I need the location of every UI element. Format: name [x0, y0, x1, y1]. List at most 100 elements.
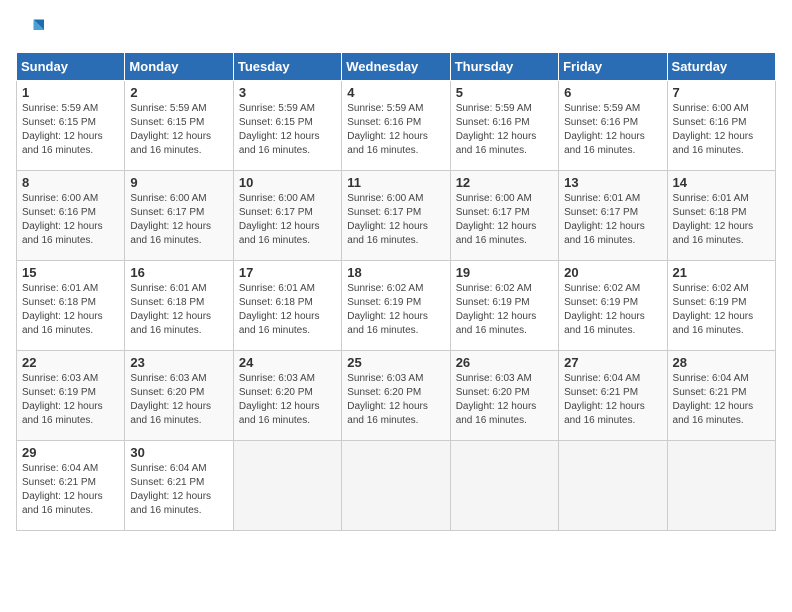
day-info: Sunrise: 6:04 AMSunset: 6:21 PMDaylight:… — [673, 372, 770, 428]
day-cell-5: 5Sunrise: 5:59 AMSunset: 6:16 PMDaylight… — [450, 81, 558, 171]
day-info: Sunrise: 6:03 AMSunset: 6:20 PMDaylight:… — [130, 372, 227, 428]
day-number: 24 — [239, 355, 336, 370]
day-cell-8: 8 Sunrise: 6:00 AMSunset: 6:16 PMDaylight… — [17, 171, 125, 261]
day-info: Sunrise: 5:59 AMSunset: 6:16 PMDaylight:… — [564, 102, 661, 158]
day-info: Sunrise: 5:59 AMSunset: 6:15 PMDaylight:… — [239, 102, 336, 158]
day-number: 30 — [130, 445, 227, 460]
day-info: Sunrise: 6:00 AMSunset: 6:17 PMDaylight:… — [130, 192, 227, 248]
header-row: SundayMondayTuesdayWednesdayThursdayFrid… — [17, 53, 776, 81]
day-number: 21 — [673, 265, 770, 280]
day-number: 17 — [239, 265, 336, 280]
header-tuesday: Tuesday — [233, 53, 341, 81]
day-cell-23: 23 Sunrise: 6:03 AMSunset: 6:20 PMDayligh… — [125, 351, 233, 441]
week-row-5: 29Sunrise: 6:04 AMSunset: 6:21 PMDayligh… — [17, 441, 776, 531]
week-row-3: 15 Sunrise: 6:01 AMSunset: 6:18 PMDayligh… — [17, 261, 776, 351]
calendar-table: SundayMondayTuesdayWednesdayThursdayFrid… — [16, 52, 776, 531]
day-number: 27 — [564, 355, 661, 370]
day-cell-13: 13 Sunrise: 6:01 AMSunset: 6:17 PMDayligh… — [559, 171, 667, 261]
day-info: Sunrise: 6:01 AMSunset: 6:18 PMDaylight:… — [22, 282, 119, 338]
day-cell-7: 7 Sunrise: 6:00 AMSunset: 6:16 PMDaylight… — [667, 81, 775, 171]
logo — [16, 16, 44, 44]
day-cell-17: 17 Sunrise: 6:01 AMSunset: 6:18 PMDayligh… — [233, 261, 341, 351]
day-info: Sunrise: 6:03 AMSunset: 6:20 PMDaylight:… — [347, 372, 444, 428]
day-info: Sunrise: 6:02 AMSunset: 6:19 PMDaylight:… — [673, 282, 770, 338]
logo-icon — [16, 16, 44, 44]
day-cell-28: 28 Sunrise: 6:04 AMSunset: 6:21 PMDayligh… — [667, 351, 775, 441]
day-cell-25: 25 Sunrise: 6:03 AMSunset: 6:20 PMDayligh… — [342, 351, 450, 441]
day-info: Sunrise: 6:04 AMSunset: 6:21 PMDaylight:… — [564, 372, 661, 428]
day-cell-16: 16 Sunrise: 6:01 AMSunset: 6:18 PMDayligh… — [125, 261, 233, 351]
day-cell-2: 2 Sunrise: 5:59 AMSunset: 6:15 PMDaylight… — [125, 81, 233, 171]
day-cell-29: 29Sunrise: 6:04 AMSunset: 6:21 PMDayligh… — [17, 441, 125, 531]
day-cell-4: 4 Sunrise: 5:59 AMSunset: 6:16 PMDaylight… — [342, 81, 450, 171]
day-number: 25 — [347, 355, 444, 370]
day-info: Sunrise: 6:01 AMSunset: 6:18 PMDaylight:… — [130, 282, 227, 338]
empty-cell — [342, 441, 450, 531]
day-cell-15: 15 Sunrise: 6:01 AMSunset: 6:18 PMDayligh… — [17, 261, 125, 351]
day-info: Sunrise: 6:04 AMSunset: 6:21 PMDaylight:… — [22, 462, 119, 518]
week-row-1: 1 Sunrise: 5:59 AMSunset: 6:15 PMDaylight… — [17, 81, 776, 171]
day-cell-9: 9 Sunrise: 6:00 AMSunset: 6:17 PMDaylight… — [125, 171, 233, 261]
day-cell-19: 19Sunrise: 6:02 AMSunset: 6:19 PMDayligh… — [450, 261, 558, 351]
day-cell-10: 10Sunrise: 6:00 AMSunset: 6:17 PMDayligh… — [233, 171, 341, 261]
day-cell-3: 3 Sunrise: 5:59 AMSunset: 6:15 PMDaylight… — [233, 81, 341, 171]
day-number: 7 — [673, 85, 770, 100]
week-row-4: 22Sunrise: 6:03 AMSunset: 6:19 PMDayligh… — [17, 351, 776, 441]
empty-cell — [450, 441, 558, 531]
day-cell-21: 21 Sunrise: 6:02 AMSunset: 6:19 PMDayligh… — [667, 261, 775, 351]
day-info: Sunrise: 5:59 AMSunset: 6:16 PMDaylight:… — [347, 102, 444, 158]
day-info: Sunrise: 6:00 AMSunset: 6:16 PMDaylight:… — [673, 102, 770, 158]
day-number: 5 — [456, 85, 553, 100]
header-saturday: Saturday — [667, 53, 775, 81]
day-info: Sunrise: 6:04 AMSunset: 6:21 PMDaylight:… — [130, 462, 227, 518]
day-cell-1: 1 Sunrise: 5:59 AMSunset: 6:15 PMDaylight… — [17, 81, 125, 171]
empty-cell — [559, 441, 667, 531]
day-number: 20 — [564, 265, 661, 280]
day-info: Sunrise: 6:00 AMSunset: 6:17 PMDaylight:… — [347, 192, 444, 248]
day-info: Sunrise: 6:02 AMSunset: 6:19 PMDaylight:… — [564, 282, 661, 338]
day-number: 1 — [22, 85, 119, 100]
empty-cell — [667, 441, 775, 531]
day-info: Sunrise: 6:03 AMSunset: 6:20 PMDaylight:… — [239, 372, 336, 428]
day-number: 13 — [564, 175, 661, 190]
day-cell-12: 12 Sunrise: 6:00 AMSunset: 6:17 PMDayligh… — [450, 171, 558, 261]
day-cell-11: 11 Sunrise: 6:00 AMSunset: 6:17 PMDayligh… — [342, 171, 450, 261]
day-number: 4 — [347, 85, 444, 100]
day-number: 9 — [130, 175, 227, 190]
day-info: Sunrise: 6:01 AMSunset: 6:17 PMDaylight:… — [564, 192, 661, 248]
day-number: 2 — [130, 85, 227, 100]
day-number: 10 — [239, 175, 336, 190]
header-wednesday: Wednesday — [342, 53, 450, 81]
day-info: Sunrise: 6:00 AMSunset: 6:16 PMDaylight:… — [22, 192, 119, 248]
day-cell-6: 6 Sunrise: 5:59 AMSunset: 6:16 PMDaylight… — [559, 81, 667, 171]
header-friday: Friday — [559, 53, 667, 81]
day-info: Sunrise: 6:01 AMSunset: 6:18 PMDaylight:… — [239, 282, 336, 338]
day-info: Sunrise: 6:01 AMSunset: 6:18 PMDaylight:… — [673, 192, 770, 248]
day-number: 3 — [239, 85, 336, 100]
week-row-2: 8 Sunrise: 6:00 AMSunset: 6:16 PMDaylight… — [17, 171, 776, 261]
header — [16, 16, 776, 44]
header-thursday: Thursday — [450, 53, 558, 81]
day-number: 18 — [347, 265, 444, 280]
day-cell-18: 18Sunrise: 6:02 AMSunset: 6:19 PMDayligh… — [342, 261, 450, 351]
day-cell-26: 26Sunrise: 6:03 AMSunset: 6:20 PMDayligh… — [450, 351, 558, 441]
day-cell-30: 30 Sunrise: 6:04 AMSunset: 6:21 PMDayligh… — [125, 441, 233, 531]
day-cell-24: 24 Sunrise: 6:03 AMSunset: 6:20 PMDayligh… — [233, 351, 341, 441]
day-number: 6 — [564, 85, 661, 100]
day-number: 16 — [130, 265, 227, 280]
day-number: 23 — [130, 355, 227, 370]
day-info: Sunrise: 5:59 AMSunset: 6:15 PMDaylight:… — [130, 102, 227, 158]
day-info: Sunrise: 6:00 AMSunset: 6:17 PMDaylight:… — [456, 192, 553, 248]
day-number: 19 — [456, 265, 553, 280]
day-number: 12 — [456, 175, 553, 190]
day-number: 15 — [22, 265, 119, 280]
day-cell-14: 14Sunrise: 6:01 AMSunset: 6:18 PMDayligh… — [667, 171, 775, 261]
day-number: 8 — [22, 175, 119, 190]
day-info: Sunrise: 6:03 AMSunset: 6:20 PMDaylight:… — [456, 372, 553, 428]
empty-cell — [233, 441, 341, 531]
day-number: 28 — [673, 355, 770, 370]
day-info: Sunrise: 6:03 AMSunset: 6:19 PMDaylight:… — [22, 372, 119, 428]
day-number: 11 — [347, 175, 444, 190]
header-monday: Monday — [125, 53, 233, 81]
day-info: Sunrise: 5:59 AMSunset: 6:15 PMDaylight:… — [22, 102, 119, 158]
